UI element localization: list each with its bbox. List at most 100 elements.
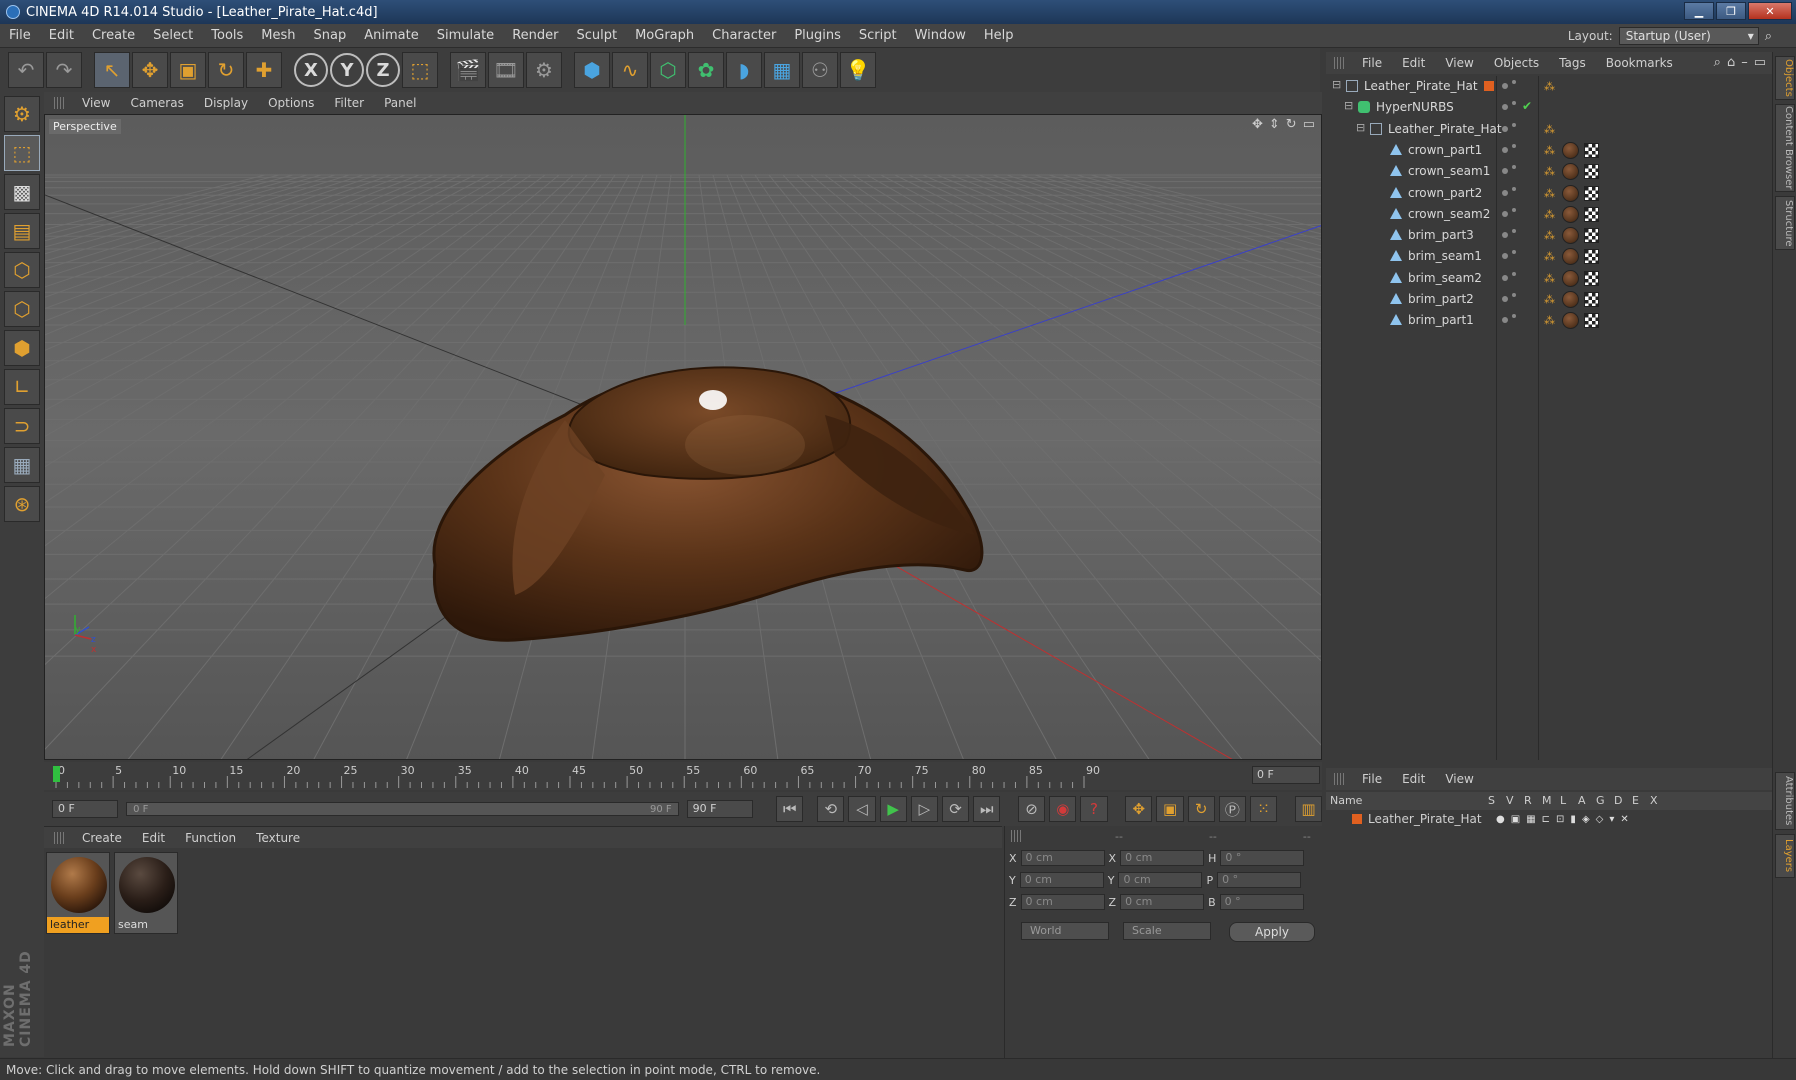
timeline-ruler[interactable]: 0 5 10 15 20 25 30 35 40 45 50 55 60 65 70 75 80 85 90 0 F <box>44 762 1322 790</box>
viewport-menu-filter[interactable]: Filter <box>324 96 374 110</box>
layer-menu-edit[interactable]: Edit <box>1392 772 1435 786</box>
object-menu-edit[interactable]: Edit <box>1392 56 1435 70</box>
y-axis-icon[interactable]: Y <box>330 53 364 87</box>
visible-editor-icon[interactable]: ▣ <box>1511 814 1520 825</box>
create-icon[interactable]: ✚ <box>246 52 282 88</box>
layer-column-name[interactable]: Name <box>1330 794 1362 807</box>
panel-menu-icon[interactable]: ▭ <box>1754 55 1766 70</box>
tab-attributes[interactable]: Attributes <box>1775 772 1795 830</box>
menu-script[interactable]: Script <box>850 28 906 43</box>
material-menu-create[interactable]: Create <box>72 831 132 845</box>
scale-icon[interactable]: ▣ <box>170 52 206 88</box>
lock-workplane-icon[interactable]: ▦ <box>4 447 40 483</box>
position-x-field[interactable]: 0 cm <box>1020 850 1105 866</box>
panel-grip[interactable] <box>1334 773 1346 785</box>
manager-icon[interactable]: ⊏ <box>1542 814 1550 825</box>
playhead[interactable] <box>53 766 60 782</box>
next-key-icon[interactable]: ⟳ <box>941 796 970 822</box>
rotation-p-field[interactable]: 0 ° <box>1217 872 1302 888</box>
texture-tag-icon[interactable] <box>1562 291 1579 308</box>
menu-sculpt[interactable]: Sculpt <box>567 28 626 43</box>
object-menu-tags[interactable]: Tags <box>1549 56 1596 70</box>
undo-icon[interactable]: ↶ <box>8 52 44 88</box>
z-axis-icon[interactable]: Z <box>366 53 400 87</box>
layer-column-e[interactable]: E <box>1632 794 1639 807</box>
object-row[interactable]: brim_part2 ⁂ <box>1326 289 1772 310</box>
size-z-field[interactable]: 0 cm <box>1120 894 1205 910</box>
editor-visibility-dot[interactable] <box>1502 189 1508 196</box>
snap-icon[interactable]: ⊛ <box>4 486 40 522</box>
texture-tag-icon[interactable] <box>1562 141 1579 159</box>
render-view-icon[interactable]: 🎬 <box>450 52 486 88</box>
object-row[interactable]: ⊟ Leather_Pirate_Hat ⁂ <box>1326 119 1772 140</box>
phong-tag-icon[interactable]: ⁂ <box>1544 314 1558 328</box>
material-menu-texture[interactable]: Texture <box>246 831 310 845</box>
render-visibility-dot[interactable] <box>1512 186 1516 191</box>
phong-tag-icon[interactable]: ⁂ <box>1544 250 1558 264</box>
redo-icon[interactable]: ↷ <box>46 52 82 88</box>
layer-column-m[interactable]: M <box>1542 794 1552 807</box>
tab-content-browser[interactable]: Content Browser <box>1775 104 1795 192</box>
menu-render[interactable]: Render <box>503 28 567 43</box>
panel-grip[interactable] <box>1334 57 1346 69</box>
phong-tag-icon[interactable]: ⁂ <box>1544 293 1558 307</box>
collapse-icon[interactable]: – <box>1741 55 1748 70</box>
texture-tag-icon[interactable] <box>1562 248 1579 266</box>
enabled-check-icon[interactable]: ✔ <box>1522 99 1532 113</box>
go-to-end-icon[interactable]: ⏭ <box>973 796 1001 822</box>
apply-button[interactable]: Apply <box>1229 922 1315 942</box>
generators-icon[interactable]: ◈ <box>1582 814 1590 825</box>
x-axis-icon[interactable]: X <box>294 53 328 87</box>
layer-menu-file[interactable]: File <box>1352 772 1392 786</box>
layer-column-g[interactable]: G <box>1596 794 1605 807</box>
layer-menu-view[interactable]: View <box>1435 772 1483 786</box>
menu-animate[interactable]: Animate <box>355 28 427 43</box>
render-picture-viewer-icon[interactable]: 🎞 <box>488 52 524 88</box>
coordinate-mode-dropdown[interactable]: World <box>1021 922 1109 940</box>
deformers-icon[interactable]: ◇ <box>1596 814 1604 825</box>
uvw-tag-icon[interactable] <box>1584 313 1599 329</box>
size-mode-dropdown[interactable]: Scale <box>1123 922 1211 940</box>
object-row[interactable]: crown_seam2 ⁂ <box>1326 204 1772 225</box>
menu-character[interactable]: Character <box>703 28 785 43</box>
magnet-icon[interactable]: ⊃ <box>4 408 40 444</box>
uvw-tag-icon[interactable] <box>1584 185 1599 201</box>
current-frame-field[interactable]: 0 F <box>1252 766 1320 784</box>
menu-create[interactable]: Create <box>83 28 144 43</box>
material-seam[interactable]: seam <box>114 852 178 934</box>
layout-dropdown[interactable]: Startup (User) <box>1618 27 1759 45</box>
frame-range-slider[interactable]: 0 F 90 F <box>126 802 679 816</box>
layer-row[interactable]: Leather_Pirate_Hat ● ▣ ▦ ⊏ ⊡ ▮ ◈ ◇ ▾ ✕ <box>1326 810 1772 828</box>
layer-column-r[interactable]: R <box>1524 794 1532 807</box>
pan-view-icon[interactable]: ✥ <box>1252 117 1263 132</box>
tab-structure[interactable]: Structure <box>1775 196 1795 250</box>
render-visibility-dot[interactable] <box>1512 101 1516 106</box>
maximize-button[interactable]: ❐ <box>1716 2 1746 20</box>
object-row[interactable]: brim_part3 ⁂ <box>1326 225 1772 246</box>
editor-visibility-dot[interactable] <box>1502 168 1508 175</box>
record-scale-icon[interactable]: ▣ <box>1156 796 1184 822</box>
menu-plugins[interactable]: Plugins <box>785 28 850 43</box>
object-row[interactable]: crown_seam1 ⁂ <box>1326 161 1772 182</box>
deformer-icon[interactable]: ◗ <box>726 52 762 88</box>
move-icon[interactable]: ✥ <box>132 52 168 88</box>
object-menu-file[interactable]: File <box>1352 56 1392 70</box>
light-icon[interactable]: 💡 <box>840 52 876 88</box>
layer-column-s[interactable]: S <box>1488 794 1495 807</box>
xref-icon[interactable]: ✕ <box>1620 814 1628 825</box>
menu-mograph[interactable]: MoGraph <box>626 28 703 43</box>
make-editable-icon[interactable]: ⚙ <box>4 96 40 132</box>
search-icon[interactable]: ⌕ <box>1714 55 1721 70</box>
locked-icon[interactable]: ⊡ <box>1556 814 1564 825</box>
size-x-field[interactable]: 0 cm <box>1120 850 1205 866</box>
render-visibility-dot[interactable] <box>1512 271 1516 276</box>
uvw-tag-icon[interactable] <box>1584 292 1599 307</box>
texture-tag-icon[interactable] <box>1562 227 1579 245</box>
layer-color-swatch[interactable] <box>1484 81 1494 91</box>
rotation-h-field[interactable]: 0 ° <box>1220 850 1305 866</box>
next-frame-icon[interactable]: ▷ <box>910 796 938 822</box>
viewport-menu-panel[interactable]: Panel <box>374 96 426 110</box>
uvw-tag-icon[interactable] <box>1584 228 1599 244</box>
material-menu-edit[interactable]: Edit <box>132 831 175 845</box>
editor-visibility-dot[interactable] <box>1502 274 1508 281</box>
